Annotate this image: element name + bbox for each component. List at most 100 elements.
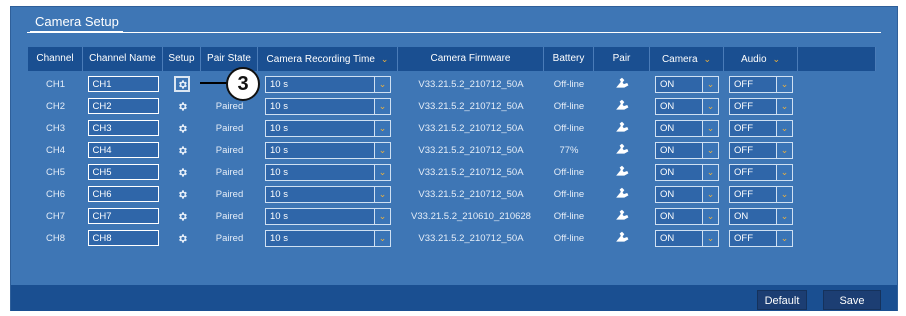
channel-name-input[interactable]: CH7 — [87, 208, 159, 224]
chevron-down-icon[interactable]: ⌄ — [702, 76, 718, 92]
recording-time-select[interactable]: 10 s ⌄ — [265, 141, 391, 159]
wrench-icon[interactable] — [615, 121, 629, 136]
audio-select[interactable]: OFF ⌄ — [729, 119, 793, 137]
column-header-label: Pair State — [207, 53, 251, 64]
gear-icon[interactable] — [176, 144, 189, 157]
gear-icon[interactable] — [176, 122, 189, 135]
camera-select[interactable]: ON ⌄ — [655, 97, 719, 115]
chevron-down-icon[interactable]: ⌄ — [374, 98, 390, 114]
channel-cell: CH2 — [45, 100, 65, 112]
channel-name-input[interactable]: CH6 — [87, 186, 159, 202]
chevron-down-icon[interactable]: ⌄ — [702, 120, 718, 136]
chevron-down-icon[interactable]: ⌄ — [702, 208, 718, 224]
table-row: CH5 CH5 Paired 10 s ⌄ V33.21.5.2_210712_50A Of… — [28, 161, 876, 183]
camera-select[interactable]: ON ⌄ — [655, 163, 719, 181]
camera-select[interactable]: ON ⌄ — [655, 119, 719, 137]
gear-icon[interactable] — [176, 188, 189, 201]
wrench-icon[interactable] — [615, 187, 629, 202]
recording-time-select[interactable]: 10 s ⌄ — [265, 75, 391, 93]
audio-select[interactable]: OFF ⌄ — [729, 229, 793, 247]
recording-time-select[interactable]: 10 s ⌄ — [265, 163, 391, 181]
tab-camera-setup[interactable]: Camera Setup — [31, 12, 123, 32]
column-header-audio[interactable]: Audio ⌄ — [724, 47, 798, 71]
gear-icon[interactable] — [174, 76, 190, 92]
recording-time-cell: 10 s ⌄ — [258, 95, 398, 117]
pair-state-cell: Paired — [215, 232, 244, 244]
chevron-down-icon[interactable]: ⌄ — [776, 230, 792, 246]
camera-select[interactable]: ON ⌄ — [655, 75, 719, 93]
chevron-down-icon[interactable]: ⌄ — [776, 76, 792, 92]
channel-name-input[interactable]: CH2 — [87, 98, 159, 114]
audio-select[interactable]: OFF ⌄ — [729, 141, 793, 159]
gear-icon[interactable] — [176, 232, 189, 245]
recording-time-value: 10 s — [270, 210, 288, 222]
chevron-down-icon[interactable]: ⌄ — [374, 230, 390, 246]
wrench-icon[interactable] — [615, 77, 629, 92]
chevron-down-icon[interactable]: ⌄ — [702, 230, 718, 246]
battery-cell: Off-line — [553, 188, 585, 200]
channel-name-input[interactable]: CH4 — [87, 142, 159, 158]
chevron-down-icon[interactable]: ⌄ — [374, 76, 390, 92]
chevron-down-icon[interactable]: ⌄ — [776, 98, 792, 114]
chevron-down-icon[interactable]: ⌄ — [776, 186, 792, 202]
chevron-down-icon[interactable]: ⌄ — [702, 98, 718, 114]
chevron-down-icon[interactable]: ⌄ — [776, 120, 792, 136]
channel-name-cell: CH8 — [83, 227, 163, 249]
chevron-down-icon[interactable]: ⌄ — [773, 54, 781, 64]
column-header-pair: Pair — [594, 47, 650, 71]
column-header-label: Channel Name — [89, 53, 156, 64]
audio-select[interactable]: OFF ⌄ — [729, 97, 793, 115]
column-header-camera-recording-time[interactable]: Camera Recording Time ⌄ — [258, 47, 398, 71]
camera-select[interactable]: ON ⌄ — [655, 207, 719, 225]
gear-icon[interactable] — [176, 166, 189, 179]
gear-icon[interactable] — [176, 100, 189, 113]
audio-select[interactable]: OFF ⌄ — [729, 163, 793, 181]
chevron-down-icon[interactable]: ⌄ — [374, 142, 390, 158]
channel-name-cell: CH5 — [83, 161, 163, 183]
recording-time-select[interactable]: 10 s ⌄ — [265, 207, 391, 225]
chevron-down-icon[interactable]: ⌄ — [374, 208, 390, 224]
channel-name-input[interactable]: CH3 — [87, 120, 159, 136]
chevron-down-icon[interactable]: ⌄ — [776, 164, 792, 180]
recording-time-select[interactable]: 10 s ⌄ — [265, 185, 391, 203]
chevron-down-icon[interactable]: ⌄ — [374, 120, 390, 136]
column-header-camera[interactable]: Camera ⌄ — [650, 47, 724, 71]
recording-time-select[interactable]: 10 s ⌄ — [265, 229, 391, 247]
chevron-down-icon[interactable]: ⌄ — [374, 186, 390, 202]
audio-cell: OFF ⌄ — [724, 117, 798, 139]
camera-select[interactable]: ON ⌄ — [655, 185, 719, 203]
pair-state-cell: Paired — [215, 122, 244, 134]
audio-select[interactable]: ON ⌄ — [729, 207, 793, 225]
wrench-icon[interactable] — [615, 143, 629, 158]
chevron-down-icon[interactable]: ⌄ — [776, 142, 792, 158]
channel-name-input[interactable]: CH5 — [87, 164, 159, 180]
chevron-down-icon[interactable]: ⌄ — [776, 208, 792, 224]
channel-name-input[interactable]: CH8 — [87, 230, 159, 246]
recording-time-select[interactable]: 10 s ⌄ — [265, 119, 391, 137]
chevron-down-icon[interactable]: ⌄ — [374, 164, 390, 180]
wrench-icon[interactable] — [615, 209, 629, 224]
default-button[interactable]: Default — [757, 290, 807, 310]
camera-select[interactable]: ON ⌄ — [655, 229, 719, 247]
wrench-icon[interactable] — [615, 99, 629, 114]
camera-cell: ON ⌄ — [650, 117, 724, 139]
column-header-setup: Setup — [163, 47, 201, 71]
wrench-icon[interactable] — [615, 231, 629, 246]
save-button[interactable]: Save — [823, 290, 881, 310]
camera-cell: ON ⌄ — [650, 205, 724, 227]
wrench-icon[interactable] — [615, 165, 629, 180]
chevron-down-icon[interactable]: ⌄ — [704, 54, 712, 64]
chevron-down-icon[interactable]: ⌄ — [381, 54, 389, 64]
camera-cell: ON ⌄ — [650, 139, 724, 161]
audio-select[interactable]: OFF ⌄ — [729, 75, 793, 93]
recording-time-value: 10 s — [270, 100, 288, 112]
pair-cell — [594, 205, 650, 227]
gear-icon[interactable] — [176, 210, 189, 223]
audio-select[interactable]: OFF ⌄ — [729, 185, 793, 203]
chevron-down-icon[interactable]: ⌄ — [702, 186, 718, 202]
chevron-down-icon[interactable]: ⌄ — [702, 142, 718, 158]
camera-select[interactable]: ON ⌄ — [655, 141, 719, 159]
recording-time-select[interactable]: 10 s ⌄ — [265, 97, 391, 115]
channel-name-input[interactable]: CH1 — [87, 76, 159, 92]
chevron-down-icon[interactable]: ⌄ — [702, 164, 718, 180]
